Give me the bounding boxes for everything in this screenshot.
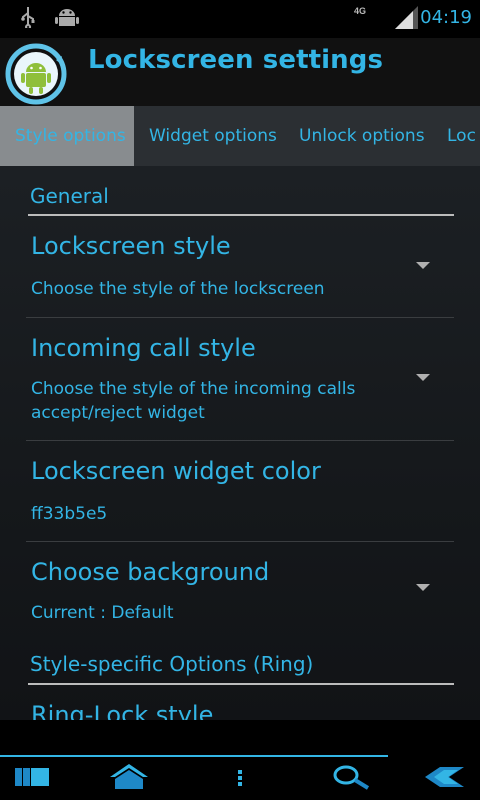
usb-icon: [21, 7, 35, 28]
tab-lockscreen-more[interactable]: Loc: [432, 106, 480, 166]
android-debug-icon: [55, 9, 79, 26]
home-icon[interactable]: [109, 762, 149, 790]
network-type: 4G: [354, 6, 367, 16]
preferences-list: General Lockscreen style Choose the styl…: [0, 166, 480, 720]
signal-icon: [395, 6, 418, 29]
pref-title: Ring-Lock style: [31, 701, 214, 720]
tab-bar: Style options Widget options Unlock opti…: [0, 106, 480, 166]
pref-summary: ff33b5e5: [31, 504, 108, 524]
pref-title: Lockscreen widget color: [31, 457, 321, 485]
back-arrow-icon[interactable]: [424, 766, 466, 788]
menu-dots-icon[interactable]: [234, 764, 246, 788]
pref-summary: Choose the style of the lockscreen: [31, 279, 325, 299]
bottom-bar-divider: [0, 755, 388, 757]
category-general: General: [28, 184, 454, 216]
pref-title: Incoming call style: [31, 334, 256, 362]
pref-choose-background[interactable]: Choose background Current : Default: [26, 542, 454, 642]
tab-widget-options[interactable]: Widget options: [134, 106, 292, 166]
tab-style-options[interactable]: Style options: [0, 106, 134, 166]
category-style-specific: Style-specific Options (Ring): [28, 650, 454, 685]
pref-lockscreen-widget-color[interactable]: Lockscreen widget color ff33b5e5: [26, 441, 454, 541]
status-bar: 4G 04:19: [0, 0, 480, 38]
page-title: Lockscreen settings: [88, 45, 384, 75]
pref-incoming-call-style[interactable]: Incoming call style Choose the style of …: [26, 318, 454, 440]
pref-lockscreen-style[interactable]: Lockscreen style Choose the style of the…: [26, 226, 454, 316]
lockscreen-app-icon[interactable]: [4, 42, 68, 106]
search-icon[interactable]: [332, 764, 372, 790]
pref-title: Lockscreen style: [31, 232, 231, 260]
dropdown-arrow-icon: [416, 374, 430, 381]
clock: 04:19: [420, 7, 472, 28]
pref-summary: Choose the style of the incoming calls a…: [31, 379, 356, 423]
books-icon[interactable]: [14, 764, 52, 788]
action-bar: Lockscreen settings: [0, 38, 480, 106]
tab-unlock-options[interactable]: Unlock options: [284, 106, 440, 166]
dropdown-arrow-icon: [416, 584, 430, 591]
bottom-action-bar: [0, 720, 480, 800]
pref-ring-lock-style[interactable]: Ring-Lock style: [26, 691, 454, 720]
pref-summary: Current : Default: [31, 603, 174, 623]
dropdown-arrow-icon: [416, 262, 430, 269]
pref-title: Choose background: [31, 558, 270, 586]
